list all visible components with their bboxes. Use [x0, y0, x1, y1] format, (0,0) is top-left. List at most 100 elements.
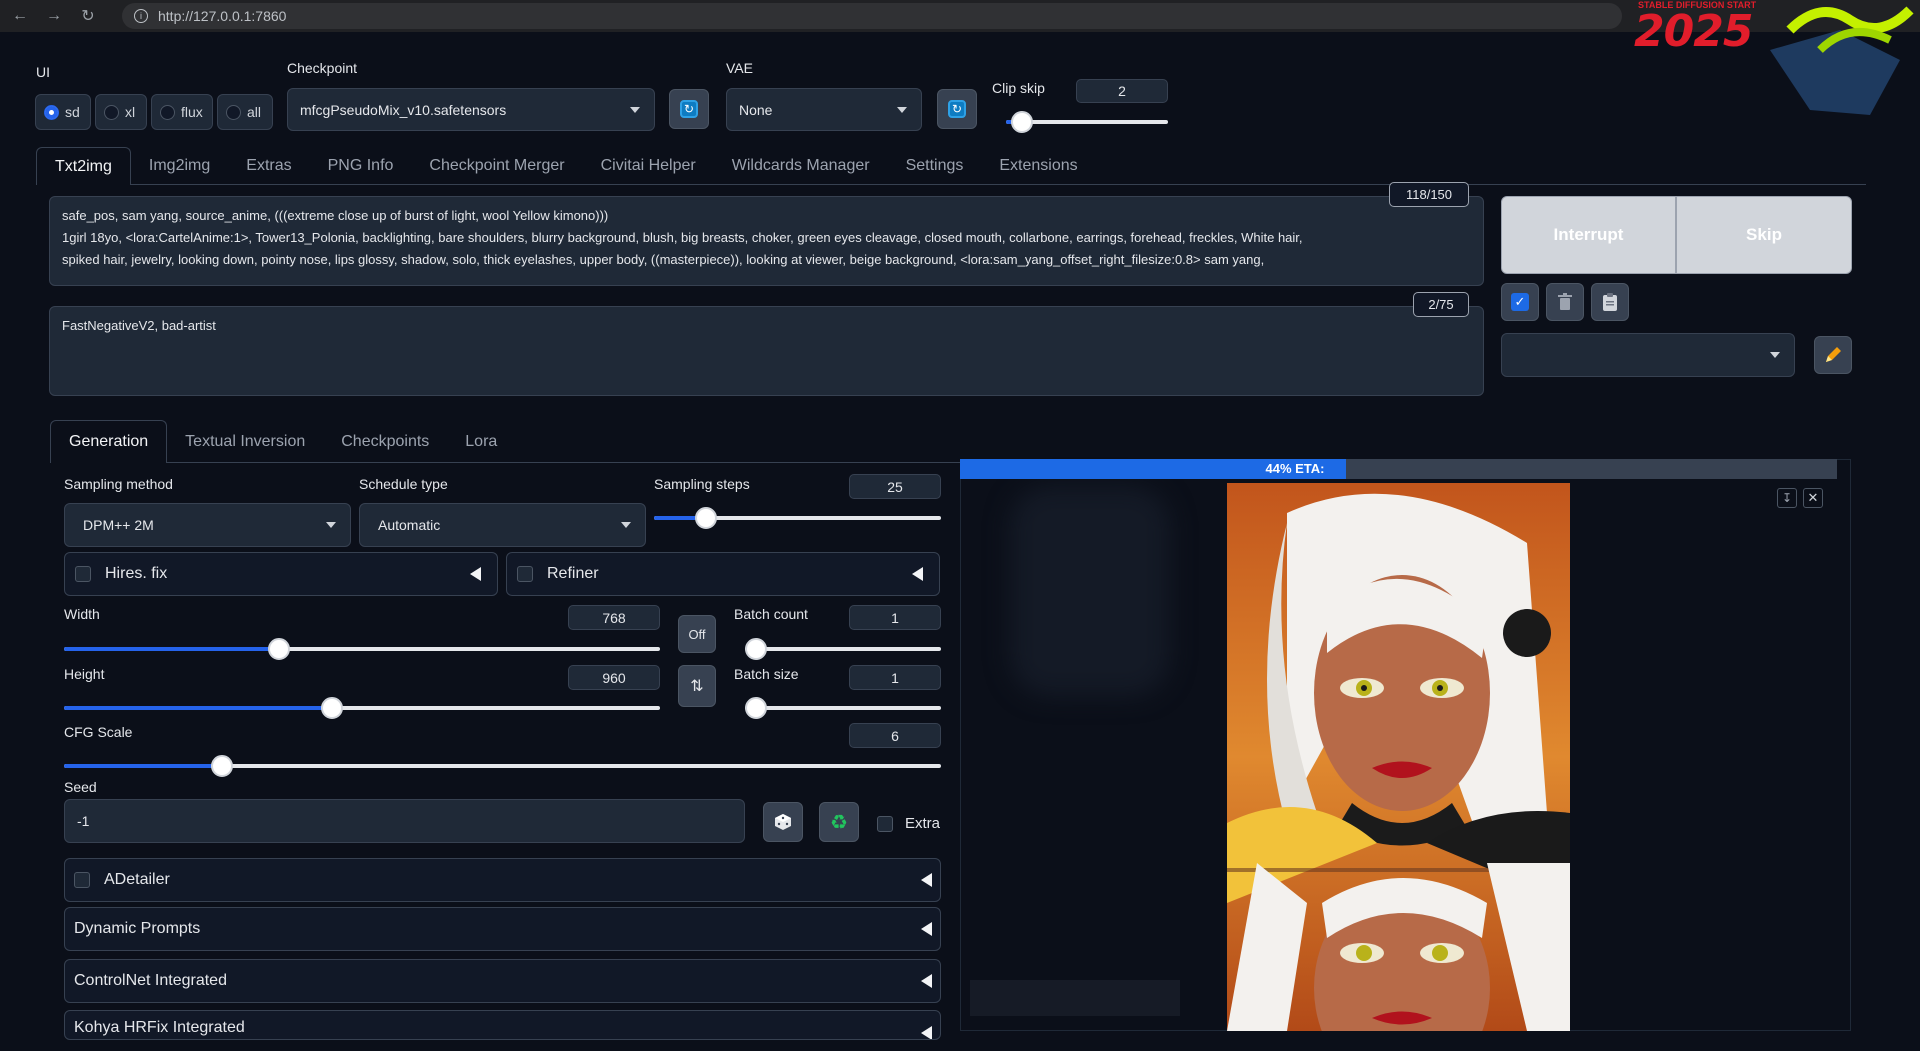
cfg-scale-input[interactable]: 6 — [849, 723, 941, 748]
collapse-arrow-icon[interactable] — [921, 873, 932, 887]
height-slider[interactable] — [64, 697, 660, 719]
reuse-seed-button[interactable]: ♻ — [819, 802, 859, 842]
edit-styles-button[interactable] — [1814, 336, 1852, 374]
cfg-scale-slider[interactable] — [64, 755, 941, 777]
hires-fix-label: Hires. fix — [105, 565, 168, 582]
seed-input[interactable]: -1 — [64, 799, 745, 843]
prompt-line-2: 1girl 18yo, <lora:CartelAnime:1>, Tower1… — [62, 230, 1303, 245]
tab-txt2img[interactable]: Txt2img — [36, 147, 131, 185]
download-icon[interactable]: ↧ — [1777, 488, 1797, 508]
controlnet-label: ControlNet Integrated — [74, 972, 227, 989]
collapse-arrow-icon[interactable] — [921, 974, 932, 988]
ui-option-sd[interactable]: sd — [35, 94, 91, 130]
swap-dimensions-button[interactable]: ⇅ — [678, 665, 716, 707]
adetailer-accordion[interactable]: ADetailer — [64, 858, 941, 902]
styles-dropdown[interactable] — [1501, 333, 1795, 377]
tab-img2img[interactable]: Img2img — [131, 147, 228, 185]
ui-option-xl[interactable]: xl — [95, 94, 147, 130]
radio-indicator — [104, 104, 119, 120]
skip-button[interactable]: Skip — [1676, 196, 1852, 274]
batch-size-slider[interactable] — [745, 697, 941, 719]
tab-lora[interactable]: Lora — [447, 420, 515, 463]
random-seed-button[interactable] — [763, 802, 803, 842]
negative-prompt-textarea[interactable]: FastNegativeV2, bad-artist — [49, 306, 1484, 396]
width-input[interactable]: 768 — [568, 605, 660, 630]
ui-option-all[interactable]: all — [217, 94, 273, 130]
style-apply-button[interactable]: ✓ — [1501, 283, 1539, 321]
tab-checkpoints[interactable]: Checkpoints — [323, 420, 447, 463]
interrupt-button[interactable]: Interrupt — [1501, 196, 1676, 274]
ui-option-flux[interactable]: flux — [151, 94, 213, 130]
batch-count-slider[interactable] — [745, 638, 941, 660]
site-info-icon[interactable]: i — [134, 9, 148, 23]
tab-extras[interactable]: Extras — [228, 147, 309, 185]
hires-fix-accordion[interactable]: Hires. fix — [64, 552, 498, 596]
generated-image-preview[interactable] — [1227, 483, 1570, 1031]
collapse-arrow-icon[interactable] — [912, 567, 923, 581]
refiner-label: Refiner — [547, 565, 599, 582]
address-bar[interactable]: i http://127.0.0.1:7860 — [122, 3, 1622, 29]
tab-textual-inversion[interactable]: Textual Inversion — [167, 420, 323, 463]
chevron-down-icon — [897, 106, 907, 113]
controlnet-accordion[interactable]: ControlNet Integrated — [64, 959, 941, 1003]
height-input[interactable]: 960 — [568, 665, 660, 690]
refresh-vae-button[interactable]: ↻ — [937, 89, 977, 129]
ui-radio-group: sd xl flux all — [35, 94, 273, 130]
tab-civitai-helper[interactable]: Civitai Helper — [583, 147, 714, 185]
tab-settings[interactable]: Settings — [888, 147, 982, 185]
width-label: Width — [64, 606, 100, 622]
channel-logo: STABLE DIFFUSION START 2025 — [1630, 0, 1920, 125]
refiner-accordion[interactable]: Refiner — [506, 552, 940, 596]
width-slider[interactable] — [64, 638, 660, 660]
refresh-checkpoint-button[interactable]: ↻ — [669, 89, 709, 129]
collapse-arrow-icon[interactable] — [470, 567, 481, 581]
aspect-lock-button[interactable]: Off — [678, 615, 716, 653]
checkpoint-dropdown[interactable]: mfcgPseudoMix_v10.safetensors — [287, 88, 655, 131]
clip-skip-slider[interactable] — [1006, 111, 1168, 133]
height-label: Height — [64, 666, 105, 682]
sampling-method-dropdown[interactable]: DPM++ 2M — [64, 503, 351, 547]
close-icon[interactable]: ✕ — [1803, 488, 1823, 508]
schedule-type-value: Automatic — [378, 517, 441, 533]
sampling-steps-slider[interactable] — [654, 507, 941, 529]
schedule-type-dropdown[interactable]: Automatic — [359, 503, 646, 547]
reload-icon[interactable]: ↻ — [74, 2, 102, 30]
slider-thumb[interactable] — [745, 638, 767, 660]
tab-png-info[interactable]: PNG Info — [310, 147, 412, 185]
collapse-arrow-icon[interactable] — [921, 922, 932, 936]
slider-thumb[interactable] — [268, 638, 290, 660]
extra-checkbox[interactable] — [877, 815, 893, 832]
slider-thumb[interactable] — [695, 507, 717, 529]
sampling-method-label: Sampling method — [64, 476, 173, 492]
hires-fix-checkbox[interactable] — [75, 566, 91, 582]
radio-indicator — [44, 104, 59, 120]
adetailer-checkbox[interactable] — [74, 872, 90, 888]
refiner-checkbox[interactable] — [517, 566, 533, 582]
clip-skip-input[interactable]: 2 — [1076, 79, 1168, 103]
dynamic-prompts-accordion[interactable]: Dynamic Prompts — [64, 907, 941, 951]
radio-indicator — [160, 104, 175, 120]
paste-button[interactable] — [1591, 283, 1629, 321]
tab-extensions[interactable]: Extensions — [981, 147, 1095, 185]
slider-thumb[interactable] — [211, 755, 233, 777]
sampling-steps-input[interactable]: 25 — [849, 474, 941, 499]
back-icon[interactable]: ← — [6, 2, 34, 30]
batch-count-input[interactable]: 1 — [849, 605, 941, 630]
tab-checkpoint-merger[interactable]: Checkpoint Merger — [411, 147, 582, 185]
batch-size-input[interactable]: 1 — [849, 665, 941, 690]
forward-icon[interactable]: → — [40, 2, 68, 30]
clear-prompt-button[interactable] — [1546, 283, 1584, 321]
extra-seed-toggle[interactable]: Extra — [877, 815, 940, 832]
clipboard-icon — [1603, 293, 1617, 311]
tab-generation[interactable]: Generation — [50, 420, 168, 463]
tab-wildcards-manager[interactable]: Wildcards Manager — [714, 147, 888, 185]
slider-thumb[interactable] — [321, 697, 343, 719]
slider-thumb[interactable] — [745, 697, 767, 719]
prompt-textarea[interactable]: safe_pos, sam yang, source_anime, (((ext… — [49, 196, 1484, 286]
vae-dropdown[interactable]: None — [726, 88, 922, 131]
pencil-icon — [1826, 347, 1841, 362]
prompt-line-3: spiked hair, jewelry, looking down, poin… — [62, 252, 1265, 267]
kohya-hrfix-accordion[interactable]: Kohya HRFix Integrated — [64, 1010, 941, 1040]
collapse-arrow-icon[interactable] — [921, 1026, 932, 1039]
slider-thumb[interactable] — [1011, 111, 1033, 133]
